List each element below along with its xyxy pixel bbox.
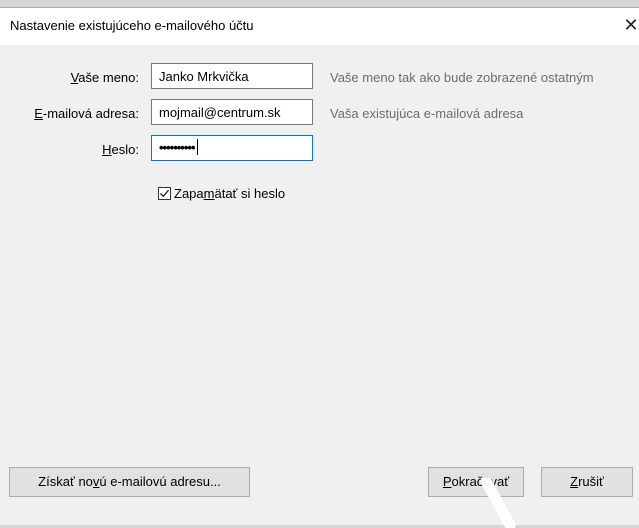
get-new-address-button[interactable]: Získať novú e-mailovú adresu... [9,467,250,497]
password-value: •••••••••• [159,140,196,155]
remember-password-checkbox[interactable] [158,187,171,200]
cancel-button[interactable]: Zrušiť [541,467,633,497]
name-hint: Vaše meno tak ako bude zobrazené ostatný… [330,70,594,85]
email-input[interactable] [151,99,313,125]
cancel-label-rest: rušiť [578,474,604,489]
remember-password-checkbox-row[interactable]: Zapamätať si heslo [158,186,285,201]
check-icon [160,189,169,198]
title-bar: Nastavenie existujúceho e-mailového účtu… [0,8,639,45]
email-label: E-mailová adresa: [34,106,139,121]
email-label-rest: -mailová adresa: [42,106,139,121]
password-label: Heslo: [102,142,139,157]
password-label-rest: eslo: [111,142,139,157]
name-label-rest: aše meno: [78,70,139,85]
email-hint: Vaša existujúca e-mailová adresa [330,106,524,121]
remember-label-pre: Zapa [174,186,204,201]
password-label-accel: H [102,142,112,157]
window-title: Nastavenie existujúceho e-mailového účtu [10,18,254,33]
continue-label-accel: P [442,474,452,489]
get-new-address-label-post: ú e-mailovú adresu... [99,474,221,489]
name-label: Vaše meno: [71,70,139,85]
email-label-accel: E [34,106,43,121]
name-input[interactable] [151,63,313,89]
close-icon[interactable]: ✕ [621,13,639,37]
account-setup-dialog: Nastavenie existujúceho e-mailového účtu… [0,7,639,528]
text-caret [196,139,198,155]
password-input[interactable]: •••••••••• [151,135,313,161]
remember-label-accel: m [203,186,215,201]
remember-password-label[interactable]: Zapamätať si heslo [174,186,285,201]
mouse-pointer-icon [480,478,516,528]
remember-label-post: ätať si heslo [214,186,286,201]
cancel-label-accel: Z [570,474,579,489]
get-new-address-label-pre: Získať no [38,474,93,489]
